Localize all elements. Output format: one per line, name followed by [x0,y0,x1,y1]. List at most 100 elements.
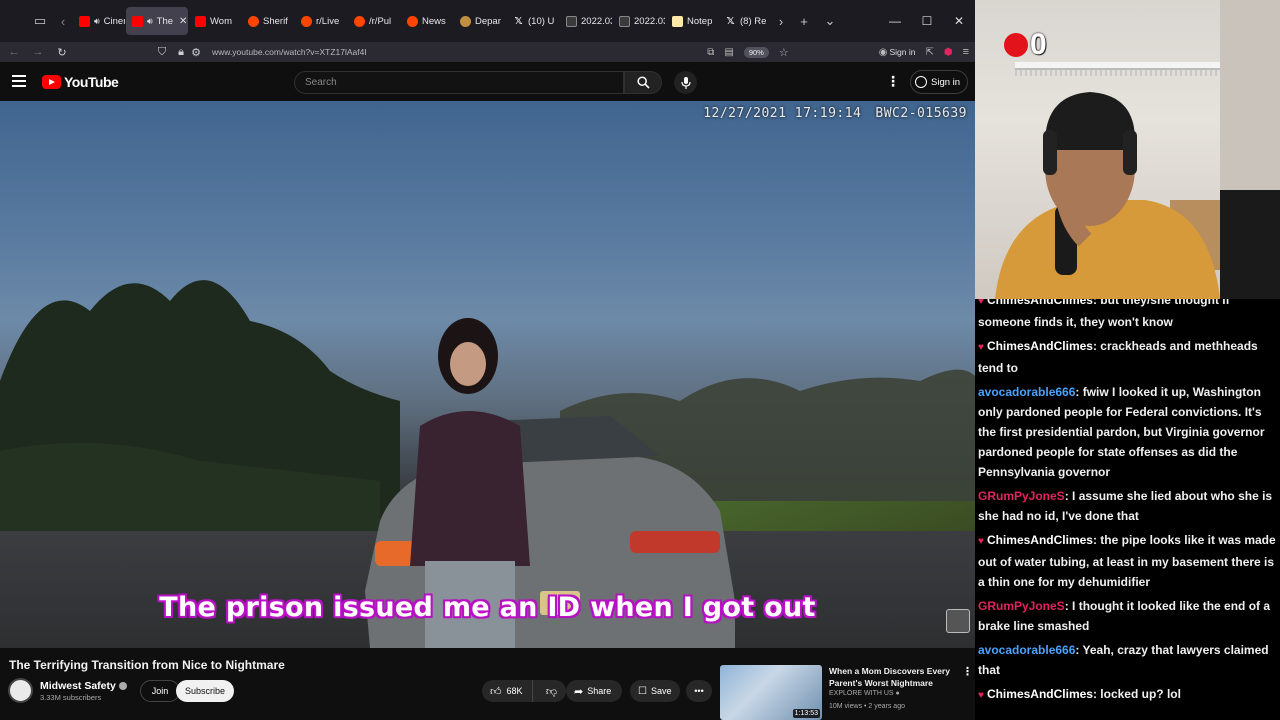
chat-message: GRumPyJoneS: I assume she lied about who… [978,486,1277,526]
back-icon[interactable]: ← [2,46,26,58]
dislike-button[interactable]: 👎︎ [537,680,566,702]
chat-text: : locked up? lol [1092,687,1181,701]
bodycam-timestamp: 12/27/2021 17:19:14 [703,106,862,121]
chat-username[interactable]: avocadorable666 [978,643,1075,657]
search-input[interactable] [295,72,623,93]
browser-tab[interactable]: 🔊︎ The ✕ [126,7,188,35]
tab-overview-icon[interactable]: ▭ [27,8,53,34]
tab-label: Sherif [263,15,288,27]
permissions-icon[interactable]: ⚙ [188,46,204,59]
video-title: The Terrifying Transition from Nice to N… [9,658,285,672]
sign-in-label: Sign in [931,76,961,88]
tab-scroll-right-icon[interactable]: › [771,8,791,34]
heart-icon: ♥ [978,536,984,547]
youtube-play-icon [42,75,61,89]
bookmark-star-icon[interactable]: ☆ [779,46,789,59]
browser-tab[interactable]: /r/Pul [348,7,400,35]
browser-tab[interactable]: 2022.03.1 [613,7,665,35]
chat-username[interactable]: ChimesAndClimes [987,299,1093,307]
recommended-thumbnail[interactable]: 1:13:53 [720,665,822,720]
voice-search-button[interactable] [674,71,697,94]
settings-more-icon[interactable]: ⋮ [886,74,900,88]
tab-scroll-left-icon[interactable]: ‹ [53,8,73,34]
x-icon: 𝕏 [514,15,523,27]
recommended-meta: 10M views • 2 years ago [829,703,905,710]
channel-avatar[interactable] [8,678,33,703]
share-label: Share [587,686,612,696]
recommended-menu-icon[interactable]: ⋮ [962,665,973,678]
forward-icon[interactable]: → [26,46,50,58]
account-icon[interactable]: ◉ [879,47,888,58]
like-button[interactable]: 👍︎ 68K [482,680,533,702]
browser-tab[interactable]: 2022.03.1 [560,7,612,35]
bodycam-overlay: 12/27/2021 17:19:14 BWC2-015639 [703,106,967,121]
x-icon: 𝕏 [726,15,735,27]
browser-tab[interactable]: Depar [454,7,506,35]
search-button[interactable] [624,71,662,94]
share-button[interactable]: ➦ Share [566,680,622,702]
picture-in-picture-icon[interactable]: ⧉ [707,47,714,58]
youtube-icon [195,15,206,27]
channel-name[interactable]: Midwest Safety [40,680,127,692]
document-icon [619,15,630,27]
reader-view-icon[interactable]: ▤ [724,47,733,58]
recommended-duration: 1:13:53 [792,709,820,718]
chat-username[interactable]: avocadorable666 [978,385,1075,399]
tab-label: Wom [210,15,232,27]
tab-label: (8) Re [740,15,767,27]
document-icon [566,15,577,27]
youtube-logo[interactable]: YouTube [42,74,119,90]
reddit-icon [248,15,259,27]
chat-username[interactable]: ChimesAndClimes [987,339,1093,353]
recommended-title[interactable]: When a Mom Discovers Every Parent's Wors… [829,665,959,689]
chat-username[interactable]: GRumPyJoneS [978,489,1065,503]
lock-icon[interactable]: 🔒︎ [174,46,188,59]
hamburger-menu-icon[interactable] [12,75,26,87]
more-horizontal-icon: ••• [694,686,704,696]
video-player[interactable]: 12/27/2021 17:19:14 BWC2-015639 The priso… [0,101,975,648]
heart-icon: ♥ [978,299,984,307]
share-arrow-icon: ➦ [574,685,584,698]
close-window-icon[interactable]: ✕ [943,14,975,28]
chat-username[interactable]: ChimesAndClimes [987,687,1093,701]
ublock-icon[interactable]: ⬢ [944,47,953,58]
browser-tab[interactable]: News [401,7,453,35]
browser-tab[interactable]: 𝕏 (8) Re [719,7,771,35]
more-actions-button[interactable]: ••• [686,680,712,702]
chat-username[interactable]: ChimesAndClimes [987,533,1093,547]
chat-messages: ♥ ChimesAndClimes: but they/she thought i… [978,299,1277,710]
join-button[interactable]: Join [140,680,180,702]
tab-list-icon[interactable]: ⌄ [817,8,843,34]
youtube-sign-in-button[interactable]: Sign in [910,70,968,94]
reload-icon[interactable]: ↻ [50,46,74,59]
tab-label: r/Live [316,15,340,27]
browser-tab[interactable]: 𝕏 (10) U [507,7,559,35]
recommended-channel: EXPLORE WITH US ● [829,690,900,697]
browser-tab[interactable]: 🔊︎Cinem [73,7,125,35]
tab-bar: ▭ ‹ 🔊︎Cinem🔊︎The✕ Wom Sherif r/Live/r/PulNe… [0,0,975,42]
extensions-icon[interactable]: ⇱ [925,47,933,58]
like-dislike-group: 👍︎ 68K 👎︎ [482,680,566,702]
save-button[interactable]: ☐ Save [630,680,680,702]
shield-icon[interactable]: ⛉ [150,46,174,59]
url-bar[interactable]: www.youtube.com/watch?v=XTZ17lAaf4I [212,47,367,57]
speaker-icon[interactable]: 🔊︎ [147,16,153,27]
speaker-icon[interactable]: 🔊︎ [94,16,100,27]
browser-tab[interactable]: Notep [666,7,718,35]
subscribe-button[interactable]: Subscribe [176,680,234,702]
app-menu-icon[interactable]: ≡ [963,46,969,58]
browser-tab[interactable]: Wom [189,7,241,35]
minimize-icon[interactable]: — [879,14,911,28]
maximize-icon[interactable]: ☐ [911,14,943,28]
save-label: Save [650,686,672,696]
channel-watermark-icon[interactable] [946,609,970,633]
video-subtitle: The prison issued me an ID when I got ou… [159,592,816,623]
recommended-video[interactable]: 1:13:53 When a Mom Discovers Every Paren… [720,662,975,720]
browser-tab[interactable]: Sherif [242,7,294,35]
chat-username[interactable]: GRumPyJoneS [978,599,1065,613]
zoom-level[interactable]: 90% [743,46,769,58]
new-tab-icon[interactable]: + [791,8,817,34]
browser-tab[interactable]: r/Live [295,7,347,35]
close-tab-icon[interactable]: ✕ [179,16,187,27]
browser-sign-in[interactable]: Sign in [889,47,915,57]
